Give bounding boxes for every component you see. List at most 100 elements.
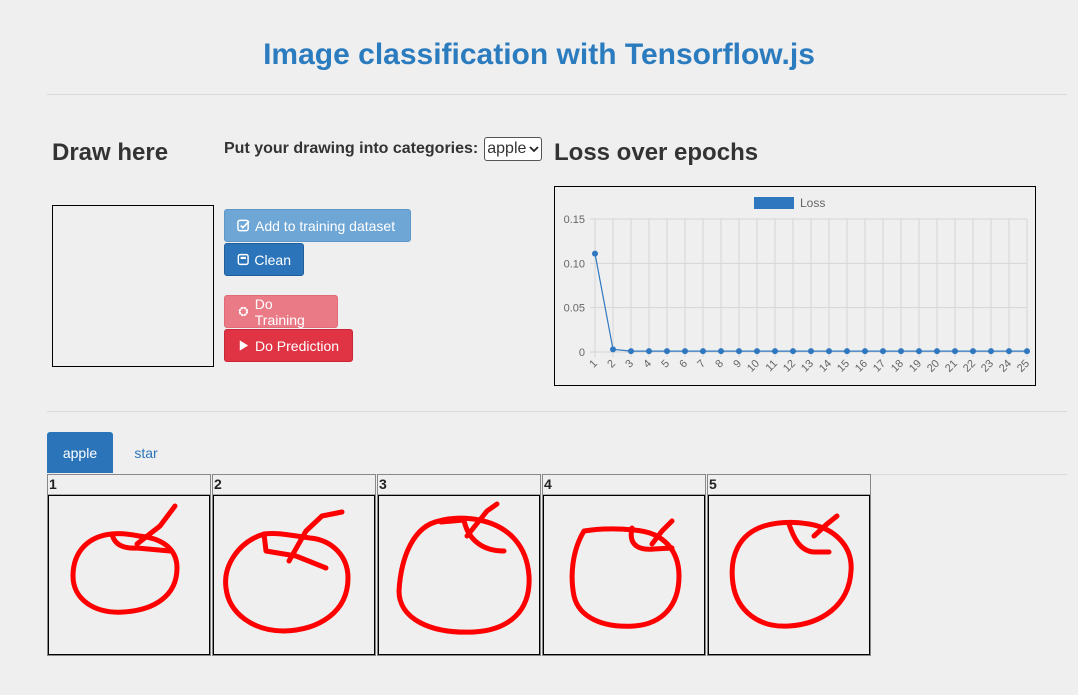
apple-drawing bbox=[48, 495, 210, 655]
x-tick-label: 22 bbox=[961, 358, 978, 375]
apple-drawing bbox=[213, 495, 375, 655]
gallery-item: 4 bbox=[542, 474, 706, 656]
clean-button[interactable]: Clean bbox=[224, 243, 304, 276]
loss-data-point bbox=[736, 348, 742, 355]
gallery-item: 5 bbox=[707, 474, 871, 656]
check-square-icon bbox=[237, 219, 250, 232]
y-tick-label: 0.05 bbox=[564, 303, 585, 315]
gallery-item-number: 5 bbox=[708, 475, 870, 495]
do-training-button[interactable]: Do Training bbox=[224, 295, 338, 328]
gallery-item: 3 bbox=[377, 474, 541, 656]
loss-heading: Loss over epochs bbox=[554, 139, 759, 166]
loss-data-point bbox=[772, 348, 778, 355]
loss-data-point bbox=[592, 250, 598, 257]
do-prediction-label: Do Prediction bbox=[255, 337, 340, 354]
x-tick-label: 5 bbox=[659, 358, 672, 371]
category-select[interactable]: apple bbox=[484, 137, 543, 161]
apple-drawing bbox=[543, 495, 705, 655]
category-label: Put your drawing into categories: bbox=[224, 140, 479, 157]
x-tick-label: 9 bbox=[731, 358, 744, 371]
x-tick-label: 1 bbox=[587, 358, 600, 371]
gallery-item-number: 1 bbox=[48, 475, 210, 495]
gallery-item: 1 bbox=[47, 474, 211, 656]
loss-data-point bbox=[664, 348, 670, 355]
gear-icon bbox=[238, 306, 249, 317]
x-tick-label: 20 bbox=[925, 358, 942, 375]
x-tick-label: 23 bbox=[979, 358, 996, 375]
play-icon bbox=[239, 340, 249, 351]
loss-data-point bbox=[970, 348, 976, 355]
x-tick-label: 11 bbox=[764, 358, 781, 375]
x-tick-label: 4 bbox=[641, 358, 654, 371]
loss-data-point bbox=[898, 348, 904, 355]
x-tick-label: 6 bbox=[677, 358, 690, 371]
x-tick-label: 17 bbox=[871, 358, 888, 375]
tab-apple[interactable]: apple bbox=[47, 432, 113, 473]
category-row: Put your drawing into categories: apple bbox=[224, 137, 543, 161]
tab-star[interactable]: star bbox=[121, 432, 171, 473]
x-tick-label: 7 bbox=[695, 358, 708, 371]
training-gallery: 1 2 3 4 5 bbox=[47, 474, 872, 656]
loss-data-point bbox=[790, 348, 796, 355]
x-tick-label: 16 bbox=[853, 358, 870, 375]
page-title: Image classification with Tensorflow.js bbox=[263, 38, 815, 71]
x-tick-label: 14 bbox=[817, 358, 834, 375]
legend-swatch bbox=[754, 197, 794, 209]
x-tick-label: 21 bbox=[943, 358, 960, 375]
loss-data-point bbox=[952, 348, 958, 355]
apple-drawing bbox=[708, 495, 870, 655]
eraser-icon bbox=[237, 253, 249, 266]
x-tick-label: 12 bbox=[781, 358, 798, 375]
divider bbox=[47, 94, 1067, 95]
loss-data-point bbox=[844, 348, 850, 355]
gallery-item: 2 bbox=[212, 474, 376, 656]
y-tick-label: 0 bbox=[579, 347, 585, 359]
loss-data-point bbox=[934, 348, 940, 355]
x-tick-label: 2 bbox=[605, 358, 618, 371]
legend-label: Loss bbox=[800, 196, 825, 210]
gallery-item-number: 2 bbox=[213, 475, 375, 495]
loss-data-point bbox=[862, 348, 868, 355]
loss-data-point bbox=[754, 348, 760, 355]
loss-data-point bbox=[682, 348, 688, 355]
loss-data-point bbox=[808, 348, 814, 355]
loss-data-point bbox=[646, 348, 652, 355]
x-tick-label: 18 bbox=[889, 358, 906, 375]
add-to-training-button[interactable]: Add to training dataset bbox=[224, 209, 411, 242]
loss-data-point bbox=[826, 348, 832, 355]
loss-chart-svg: 0.150.100.0501 2 3 4 5 6 7 8 9 10 11 12 13 14 15 16 17 18… bbox=[564, 196, 1033, 375]
divider bbox=[47, 411, 1067, 412]
do-prediction-button[interactable]: Do Prediction bbox=[224, 329, 353, 362]
loss-data-point bbox=[880, 348, 886, 355]
loss-data-point bbox=[1024, 348, 1030, 355]
category-select-value: apple bbox=[487, 140, 527, 157]
loss-chart: 0.15 0.10 0.05 0 1 2 3 4 5 6 7 8 9 10 11 12 13 14 15 16 17 18… bbox=[554, 186, 1036, 386]
apple-drawing bbox=[378, 495, 540, 655]
drawing-canvas[interactable] bbox=[52, 205, 214, 367]
x-tick-label: 13 bbox=[799, 358, 816, 375]
category-tabs: apple star bbox=[47, 432, 1067, 475]
x-tick-label: 24 bbox=[997, 358, 1014, 375]
x-tick-label: 25 bbox=[1015, 358, 1032, 375]
loss-data-point bbox=[700, 348, 706, 355]
add-to-training-label: Add to training dataset bbox=[255, 217, 396, 234]
gallery-item-number: 3 bbox=[378, 475, 540, 495]
loss-data-point bbox=[1006, 348, 1012, 355]
y-tick-label: 0.15 bbox=[564, 214, 585, 226]
loss-data-point bbox=[718, 348, 724, 355]
do-training-label: Do Training bbox=[254, 295, 305, 328]
loss-data-point bbox=[628, 348, 634, 355]
loss-data-point bbox=[916, 348, 922, 355]
x-tick-label: 3 bbox=[623, 358, 636, 371]
x-tick-label: 19 bbox=[907, 358, 924, 375]
gallery-item-number: 4 bbox=[543, 475, 705, 495]
clean-label: Clean bbox=[254, 251, 291, 268]
x-tick-label: 15 bbox=[835, 358, 852, 375]
y-tick-label: 0.10 bbox=[564, 258, 585, 270]
loss-data-point bbox=[610, 346, 616, 353]
x-tick-label: 8 bbox=[713, 358, 726, 371]
draw-heading: Draw here bbox=[52, 139, 169, 166]
loss-data-point bbox=[988, 348, 994, 355]
chevron-down-icon bbox=[529, 146, 540, 153]
x-tick-label: 10 bbox=[745, 358, 762, 375]
